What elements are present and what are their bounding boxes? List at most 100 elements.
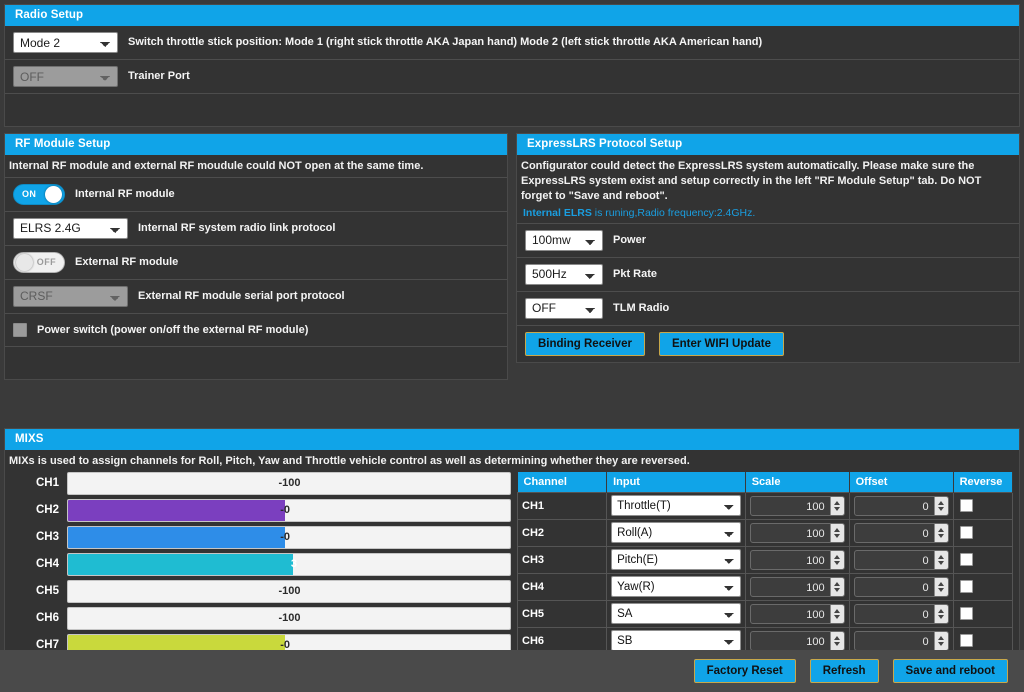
mode-select[interactable]: Mode 1Mode 2Mode 3Mode 4 (13, 32, 118, 53)
stepper-down-icon[interactable] (938, 642, 944, 646)
mix-channel-cell: CH4 (518, 573, 607, 600)
stepper-down-icon[interactable] (834, 615, 840, 619)
channel-bar-value: -0 (279, 527, 290, 548)
stepper-up-icon[interactable] (834, 501, 840, 505)
external-rf-toggle[interactable]: OFF (13, 252, 65, 273)
channel-bar-value: -100 (277, 581, 300, 602)
stepper-down-icon[interactable] (938, 507, 944, 511)
internal-protocol-label: Internal RF system radio link protocol (138, 221, 335, 235)
external-protocol-select[interactable]: CRSFSBUSPPM (13, 286, 128, 307)
mix-scale-value[interactable]: 100 (751, 497, 830, 515)
power-row: 10mw25mw50mw100mw250mw Power (517, 223, 1019, 257)
mix-reverse-cell (953, 492, 1012, 519)
mix-scale-stepper[interactable]: 100 (750, 631, 845, 651)
refresh-button[interactable]: Refresh (810, 659, 879, 683)
stepper-up-icon[interactable] (834, 528, 840, 532)
mix-offset-value[interactable]: 0 (855, 632, 934, 650)
channel-bar-label: CH1 (11, 477, 59, 489)
power-select[interactable]: 10mw25mw50mw100mw250mw (525, 230, 603, 251)
factory-reset-button[interactable]: Factory Reset (694, 659, 796, 683)
stepper-arrows-icon[interactable] (934, 497, 948, 515)
stepper-down-icon[interactable] (938, 615, 944, 619)
stepper-up-icon[interactable] (938, 501, 944, 505)
internal-protocol-select[interactable]: ELRS 2.4GCRSFPPM (13, 218, 128, 239)
stepper-arrows-icon[interactable] (830, 551, 844, 569)
mix-offset-stepper[interactable]: 0 (854, 496, 949, 516)
stepper-arrows-icon[interactable] (934, 605, 948, 623)
stepper-arrows-icon[interactable] (934, 551, 948, 569)
mix-scale-stepper[interactable]: 100 (750, 550, 845, 570)
mix-reverse-checkbox[interactable] (960, 499, 973, 512)
stepper-down-icon[interactable] (834, 642, 840, 646)
mix-reverse-checkbox[interactable] (960, 553, 973, 566)
stepper-down-icon[interactable] (938, 534, 944, 538)
stepper-down-icon[interactable] (834, 561, 840, 565)
mix-reverse-checkbox[interactable] (960, 607, 973, 620)
mix-scale-value[interactable]: 100 (751, 524, 830, 542)
mix-offset-stepper[interactable]: 0 (854, 577, 949, 597)
stepper-up-icon[interactable] (834, 609, 840, 613)
stepper-arrows-icon[interactable] (830, 632, 844, 650)
stepper-arrows-icon[interactable] (830, 578, 844, 596)
stepper-up-icon[interactable] (938, 636, 944, 640)
mix-offset-stepper[interactable]: 0 (854, 604, 949, 624)
mix-input-select[interactable]: Throttle(T)Roll(A)Pitch(E)Yaw(R)SASBSCSD (611, 549, 741, 570)
mix-input-select[interactable]: Throttle(T)Roll(A)Pitch(E)Yaw(R)SASBSCSD (611, 630, 741, 651)
stepper-arrows-icon[interactable] (934, 524, 948, 542)
mix-scale-stepper[interactable]: 100 (750, 604, 845, 624)
mix-input-select[interactable]: Throttle(T)Roll(A)Pitch(E)Yaw(R)SASBSCSD (611, 576, 741, 597)
pkt-rate-select[interactable]: 50Hz150Hz250Hz500Hz (525, 264, 603, 285)
internal-rf-toggle[interactable]: ON (13, 184, 65, 205)
stepper-up-icon[interactable] (834, 555, 840, 559)
stepper-arrows-icon[interactable] (830, 605, 844, 623)
stepper-arrows-icon[interactable] (934, 578, 948, 596)
mix-reverse-checkbox[interactable] (960, 634, 973, 647)
mix-offset-stepper[interactable]: 0 (854, 523, 949, 543)
stepper-down-icon[interactable] (834, 588, 840, 592)
mix-offset-cell: 0 (849, 519, 953, 546)
stepper-up-icon[interactable] (938, 609, 944, 613)
stepper-up-icon[interactable] (834, 582, 840, 586)
stepper-down-icon[interactable] (938, 588, 944, 592)
mix-channel-cell: CH3 (518, 546, 607, 573)
mix-offset-value[interactable]: 0 (855, 605, 934, 623)
mix-offset-value[interactable]: 0 (855, 578, 934, 596)
mix-offset-stepper[interactable]: 0 (854, 550, 949, 570)
stepper-up-icon[interactable] (938, 582, 944, 586)
mix-offset-value[interactable]: 0 (855, 497, 934, 515)
tlm-radio-select[interactable]: OFF1:1281:641:32 (525, 298, 603, 319)
app-root: Radio Setup Mode 1Mode 2Mode 3Mode 4 Swi… (0, 0, 1024, 692)
mix-reverse-checkbox[interactable] (960, 580, 973, 593)
mix-input-cell: Throttle(T)Roll(A)Pitch(E)Yaw(R)SASBSCSD (607, 546, 746, 573)
mix-scale-value[interactable]: 100 (751, 605, 830, 623)
mix-scale-stepper[interactable]: 100 (750, 577, 845, 597)
stepper-arrows-icon[interactable] (934, 632, 948, 650)
mix-scale-value[interactable]: 100 (751, 551, 830, 569)
stepper-down-icon[interactable] (834, 534, 840, 538)
stepper-up-icon[interactable] (834, 636, 840, 640)
mix-input-select[interactable]: Throttle(T)Roll(A)Pitch(E)Yaw(R)SASBSCSD (611, 522, 741, 543)
stepper-arrows-icon[interactable] (830, 524, 844, 542)
mix-offset-stepper[interactable]: 0 (854, 631, 949, 651)
stepper-up-icon[interactable] (938, 555, 944, 559)
save-and-reboot-button[interactable]: Save and reboot (893, 659, 1008, 683)
table-row: CH3Throttle(T)Roll(A)Pitch(E)Yaw(R)SASBS… (518, 546, 1013, 573)
table-row: CH5Throttle(T)Roll(A)Pitch(E)Yaw(R)SASBS… (518, 600, 1013, 627)
mix-scale-stepper[interactable]: 100 (750, 496, 845, 516)
stepper-down-icon[interactable] (834, 507, 840, 511)
mix-input-select[interactable]: Throttle(T)Roll(A)Pitch(E)Yaw(R)SASBSCSD (611, 495, 741, 516)
mix-reverse-checkbox[interactable] (960, 526, 973, 539)
power-switch-checkbox[interactable] (13, 323, 27, 337)
mix-offset-value[interactable]: 0 (855, 551, 934, 569)
binding-receiver-button[interactable]: Binding Receiver (525, 332, 645, 356)
mix-scale-value[interactable]: 100 (751, 578, 830, 596)
mix-offset-value[interactable]: 0 (855, 524, 934, 542)
mix-input-select[interactable]: Throttle(T)Roll(A)Pitch(E)Yaw(R)SASBSCSD (611, 603, 741, 624)
mix-scale-stepper[interactable]: 100 (750, 523, 845, 543)
trainer-port-select[interactable]: OFFMasterSlave (13, 66, 118, 87)
enter-wifi-update-button[interactable]: Enter WIFI Update (659, 332, 784, 356)
stepper-arrows-icon[interactable] (830, 497, 844, 515)
stepper-up-icon[interactable] (938, 528, 944, 532)
stepper-down-icon[interactable] (938, 561, 944, 565)
mix-scale-value[interactable]: 100 (751, 632, 830, 650)
